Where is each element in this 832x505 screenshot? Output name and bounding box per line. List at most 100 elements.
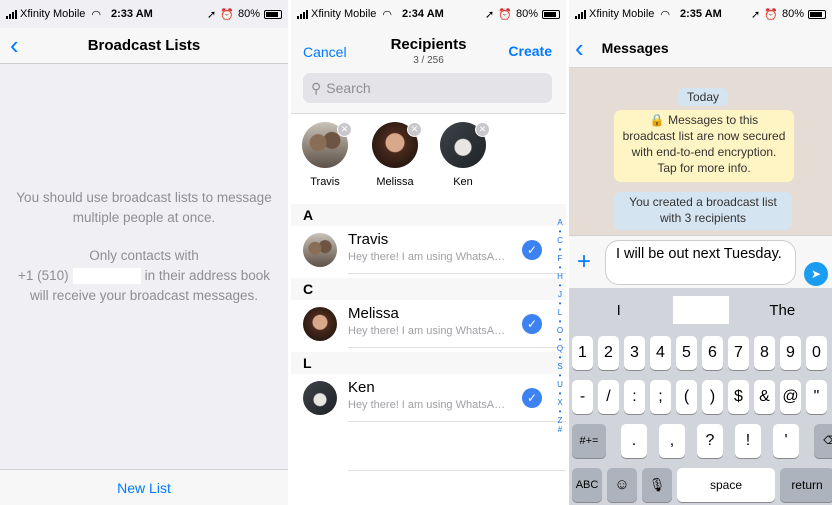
chip-ken[interactable]: ✕ Ken [433,122,493,188]
index-letter[interactable]: X [555,398,565,407]
index-letter[interactable]: • [555,317,565,326]
key[interactable]: 1 [572,336,593,370]
space-key[interactable]: space [677,468,775,502]
emoji-icon[interactable]: ☺ [607,468,637,502]
remove-icon[interactable]: ✕ [407,122,422,137]
new-list-button[interactable]: New List [0,469,288,505]
index-letter[interactable]: • [555,245,565,254]
key[interactable]: / [598,380,619,414]
section-header: C [291,278,566,300]
symbols-key[interactable]: #+= [572,424,606,458]
suggestion-3[interactable]: The [733,302,832,319]
index-letter[interactable]: L [555,308,565,317]
search-input[interactable]: ⚲ Search [303,73,552,103]
wifi-icon: ◠ [660,8,671,21]
battery-icon [808,9,826,19]
backspace-icon[interactable]: ⌫ [814,424,832,458]
create-button[interactable]: Create [508,43,552,59]
key[interactable]: ' [773,424,799,458]
key[interactable]: 4 [650,336,671,370]
key[interactable]: @ [780,380,801,414]
nav-bar: ‹ Messages [569,28,832,68]
back-chevron-icon[interactable]: ‹ [10,30,19,60]
suggestion-1[interactable]: I [569,302,669,319]
avatar [303,381,337,415]
signal-icon [6,9,17,19]
chip-melissa[interactable]: ✕ Melissa [365,122,425,188]
index-letter[interactable]: • [555,335,565,344]
abc-key[interactable]: ABC [572,468,602,502]
index-letter[interactable]: A [555,218,565,227]
key[interactable]: 0 [806,336,827,370]
index-letter[interactable]: H [555,272,565,281]
key[interactable]: 3 [624,336,645,370]
avatar: ✕ [372,122,422,168]
microphone-icon[interactable]: 🎙 [642,468,672,502]
index-letter[interactable]: • [555,407,565,416]
avatar: ✕ [440,122,490,168]
index-letter[interactable]: U [555,380,565,389]
key[interactable]: - [572,380,593,414]
alphabet-index[interactable]: A • C • F • H • J • L • O • Q • S • U • X • Z # [555,218,565,434]
messages-screen: Xfinity Mobile ◠ 2:35 AM ➚ ⏰ 80% ‹ Messa… [569,0,832,505]
index-letter[interactable]: • [555,389,565,398]
index-letter[interactable]: C [555,236,565,245]
message-input[interactable]: I will be out next Tuesday. [605,240,796,285]
index-letter[interactable]: • [555,281,565,290]
key[interactable]: 6 [702,336,723,370]
chip-travis[interactable]: ✕ Travis [295,122,355,188]
key[interactable]: , [659,424,685,458]
key[interactable]: ( [676,380,697,414]
key[interactable]: 7 [728,336,749,370]
key[interactable]: 9 [780,336,801,370]
key[interactable]: 8 [754,336,775,370]
send-icon[interactable]: ➤ [804,262,828,286]
index-letter[interactable]: # [555,425,565,434]
clock: 2:34 AM [402,8,444,20]
encryption-notice[interactable]: 🔒 Messages to this broadcast list are no… [614,110,794,182]
contact-row-travis[interactable]: Travis Hey there! I am using WhatsApp. ✓ [291,226,566,274]
redacted-phone [72,268,141,285]
index-letter[interactable]: • [555,227,565,236]
checkmark-icon[interactable]: ✓ [522,388,542,408]
suggestion-bar: I The [569,288,832,332]
checkmark-icon[interactable]: ✓ [522,240,542,260]
checkmark-icon[interactable]: ✓ [522,314,542,334]
index-letter[interactable]: • [555,371,565,380]
index-letter[interactable]: • [555,353,565,362]
index-letter[interactable]: Q [555,344,565,353]
index-letter[interactable]: Z [555,416,565,425]
index-letter[interactable]: S [555,362,565,371]
key[interactable]: ; [650,380,671,414]
key[interactable]: ) [702,380,723,414]
key[interactable]: & [754,380,775,414]
index-letter[interactable]: O [555,326,565,335]
index-letter[interactable]: F [555,254,565,263]
key[interactable]: $ [728,380,749,414]
return-key[interactable]: return [780,468,832,502]
alarm-icon: ⏰ [764,8,778,21]
index-letter[interactable]: • [555,299,565,308]
key[interactable]: : [624,380,645,414]
remove-icon[interactable]: ✕ [337,122,352,137]
key[interactable]: ! [735,424,761,458]
key[interactable]: ? [697,424,723,458]
key[interactable]: . [621,424,647,458]
contact-row-ken[interactable]: Ken Hey there! I am using WhatsApp. ✓ [291,374,566,422]
chip-label: Melissa [376,176,414,188]
battery-icon [264,9,282,19]
signal-icon [575,9,586,19]
index-letter[interactable]: J [555,290,565,299]
remove-icon[interactable]: ✕ [475,122,490,137]
key[interactable]: " [806,380,827,414]
index-letter[interactable]: • [555,263,565,272]
page-title: Broadcast Lists [87,37,201,54]
suggestion-2[interactable] [672,296,729,324]
key[interactable]: 5 [676,336,697,370]
plus-icon[interactable]: + [577,250,591,274]
contact-row-melissa[interactable]: Melissa Hey there! I am using WhatsApp. … [291,300,566,348]
avatar: ✕ [302,122,352,168]
key[interactable]: 2 [598,336,619,370]
back-chevron-icon[interactable]: ‹ [575,33,584,63]
keyboard: I The 1234567890 - /:;() $ & @ " #+= .,?! ' ⌫ … [569,288,832,505]
